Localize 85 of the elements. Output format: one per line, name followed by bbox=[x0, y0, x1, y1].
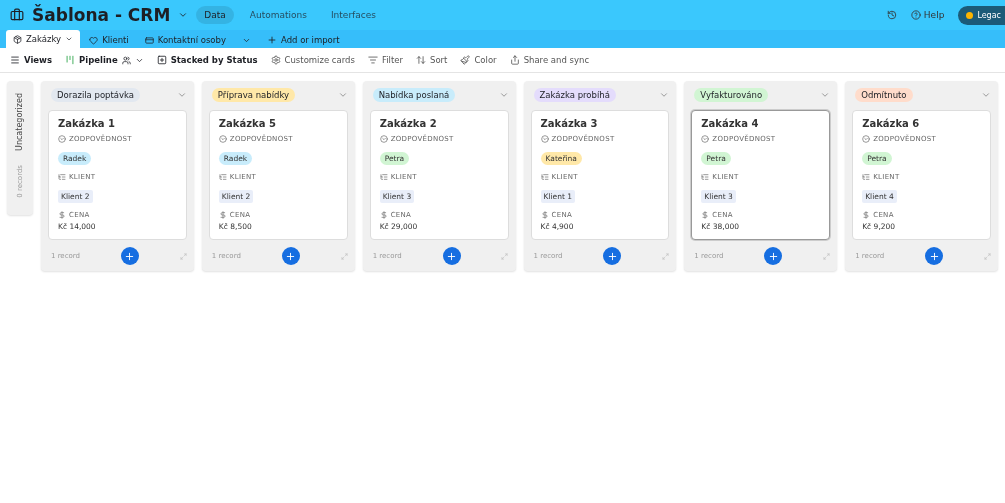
plus-icon bbox=[267, 35, 277, 45]
dollar-icon bbox=[862, 211, 871, 219]
status-tag: Příprava nabídky bbox=[211, 88, 296, 102]
card-title: Zakázka 6 bbox=[862, 118, 921, 129]
plus-icon bbox=[446, 250, 458, 262]
sort-icon bbox=[416, 55, 426, 65]
linked-field-icon bbox=[701, 173, 710, 181]
add-record-button[interactable] bbox=[603, 247, 622, 265]
card-title: Zakázka 1 bbox=[57, 118, 117, 129]
caret-icon bbox=[498, 90, 509, 100]
column-title: Uncategorized bbox=[15, 93, 25, 151]
toolbar-button[interactable]: Sort bbox=[416, 55, 448, 65]
status-tag: Nabídka poslaná bbox=[372, 88, 456, 102]
plus-icon bbox=[285, 250, 297, 262]
status-tag: Vyfakturováno bbox=[694, 88, 769, 102]
view-switcher[interactable]: Pipeline bbox=[65, 55, 144, 65]
caret-icon bbox=[178, 10, 189, 20]
kanban-icon bbox=[65, 55, 76, 65]
help-icon bbox=[910, 10, 921, 20]
history-icon bbox=[886, 10, 897, 20]
gear-icon bbox=[270, 55, 281, 65]
status-dot-icon bbox=[966, 11, 974, 19]
caret-icon bbox=[820, 90, 831, 100]
linked-field-icon bbox=[379, 173, 388, 181]
box-icon bbox=[13, 34, 22, 44]
heart-icon bbox=[89, 35, 99, 45]
plus-icon bbox=[606, 250, 618, 262]
linked-field-icon bbox=[862, 173, 871, 181]
table-tab[interactable]: Zakázky bbox=[6, 30, 81, 48]
card-title: Zakázka 3 bbox=[540, 118, 599, 129]
card-title: Zakázka 4 bbox=[701, 118, 760, 129]
expand-icon bbox=[340, 252, 348, 260]
toolbar-button[interactable]: Customize cards bbox=[270, 55, 355, 65]
expand-icon bbox=[823, 252, 831, 260]
nav-tab[interactable]: Interfaces bbox=[322, 6, 384, 24]
brush-icon bbox=[460, 55, 471, 65]
dollar-icon bbox=[701, 211, 710, 219]
add-record-button[interactable] bbox=[120, 247, 139, 265]
menu-icon bbox=[10, 55, 20, 65]
dollar-icon bbox=[218, 211, 227, 219]
base-title: Šablona - CRM bbox=[32, 5, 171, 25]
nav-tab[interactable]: Data bbox=[196, 6, 234, 24]
add-record-button[interactable] bbox=[281, 247, 300, 265]
card-title: Zakázka 2 bbox=[379, 118, 438, 129]
dollar-icon bbox=[57, 211, 66, 219]
caret-icon bbox=[65, 35, 74, 43]
linked-field-icon bbox=[218, 173, 227, 181]
caret-icon bbox=[337, 90, 348, 100]
toolbar-button[interactable]: Share and sync bbox=[509, 55, 590, 65]
table-tab[interactable]: Kontaktní osoby bbox=[137, 32, 233, 48]
add-record-button[interactable] bbox=[925, 247, 944, 265]
status-tag: Dorazila poptávka bbox=[50, 88, 141, 102]
card-title: Zakázka 5 bbox=[218, 118, 277, 129]
expand-icon bbox=[501, 252, 509, 260]
toolbar-button[interactable]: Color bbox=[460, 55, 497, 65]
expand-icon bbox=[984, 252, 991, 260]
status-tag: Zakázka probíhá bbox=[533, 88, 616, 102]
caret-icon bbox=[981, 90, 992, 100]
card-icon bbox=[144, 35, 154, 45]
add-record-button[interactable] bbox=[764, 247, 783, 265]
toolbar-button[interactable]: Filter bbox=[367, 55, 403, 65]
dollar-icon bbox=[540, 211, 549, 219]
table-tab[interactable]: Klienti bbox=[82, 32, 136, 48]
caret-icon bbox=[659, 90, 670, 100]
filter-icon bbox=[367, 55, 378, 65]
linked-field-icon bbox=[540, 173, 549, 181]
help-button[interactable]: Help bbox=[904, 9, 951, 21]
plus-icon bbox=[767, 250, 779, 262]
plus-icon bbox=[124, 250, 136, 262]
dollar-icon bbox=[379, 211, 388, 219]
people-icon bbox=[121, 55, 131, 65]
add-record-button[interactable] bbox=[442, 247, 461, 265]
expand-icon bbox=[662, 252, 670, 260]
status-tag: Odmítnuto bbox=[855, 88, 913, 102]
briefcase-icon bbox=[10, 8, 24, 22]
views-button[interactable]: Views bbox=[10, 55, 53, 65]
expand-icon bbox=[179, 252, 187, 260]
add-import-button[interactable]: Add or import bbox=[260, 32, 347, 48]
stacked-by-button[interactable]: Stacked by Status bbox=[156, 55, 258, 65]
plus-icon bbox=[928, 250, 940, 262]
share-icon bbox=[509, 55, 520, 65]
plan-badge[interactable]: Legac bbox=[958, 5, 1005, 25]
nav-tab[interactable]: Automations bbox=[241, 6, 315, 24]
caret-icon bbox=[176, 90, 187, 100]
linked-field-icon bbox=[57, 173, 66, 181]
